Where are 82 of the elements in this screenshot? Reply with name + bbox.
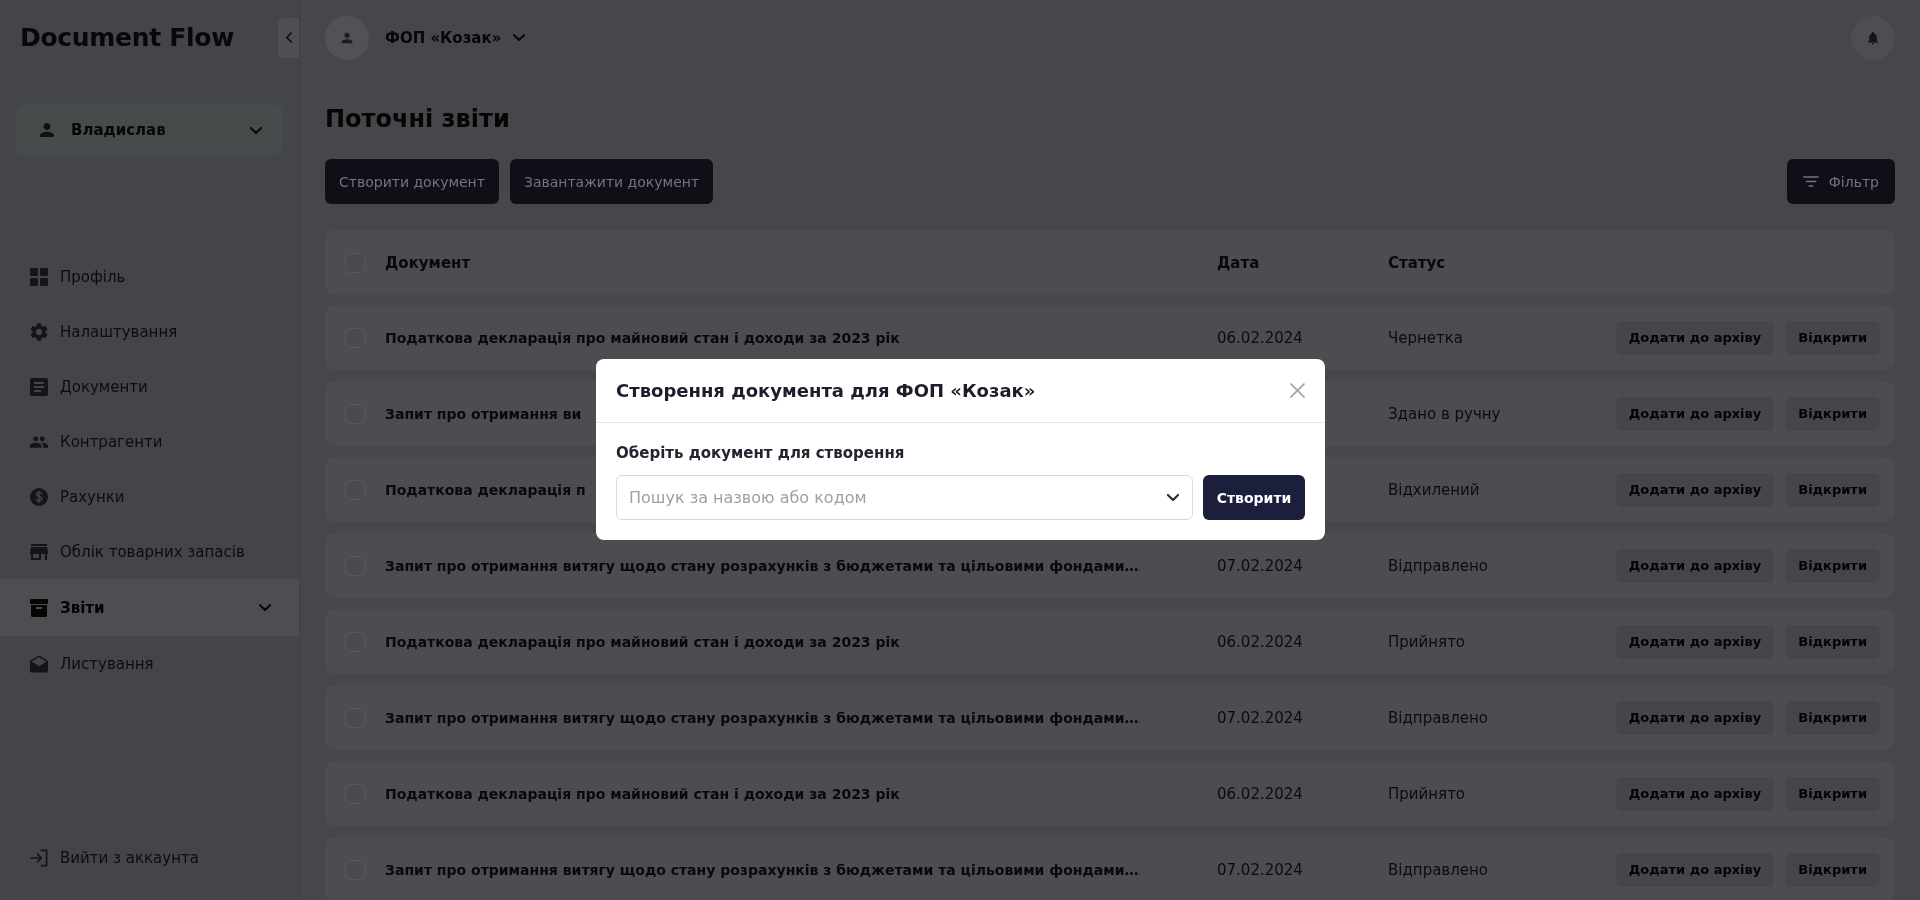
close-icon: [1290, 383, 1305, 398]
envelope-icon: [30, 654, 48, 673]
open-button[interactable]: Відкрити: [1785, 624, 1880, 659]
upload-document-button[interactable]: Завантажити документ: [509, 159, 714, 204]
avatar-icon[interactable]: [325, 15, 369, 60]
date-cell: 07.02.2024: [1217, 557, 1303, 575]
filter-button[interactable]: Фільтр: [1786, 159, 1895, 204]
coin-icon: [30, 487, 48, 506]
app-logo: Document Flow: [20, 23, 235, 52]
archive-button[interactable]: Додати до архіву: [1615, 624, 1775, 659]
status-cell: Прийнято: [1388, 785, 1466, 803]
status-cell: Відправлено: [1388, 861, 1488, 879]
status-cell: Відправлено: [1388, 557, 1488, 575]
document-title: Запит про отримання ви: [385, 406, 582, 422]
document-title: Запит про отримання витягу щодо стану розрахунків з бюджетами та цільовими фондами…: [385, 558, 1139, 574]
status-cell: Здано в ручну: [1388, 405, 1501, 423]
archive-button[interactable]: Додати до архіву: [1615, 776, 1775, 811]
person-icon: [40, 123, 54, 137]
date-cell: 07.02.2024: [1217, 709, 1303, 727]
create-button[interactable]: Створити: [1203, 475, 1305, 520]
sidebar-item[interactable]: Звіти: [0, 579, 299, 636]
open-button[interactable]: Відкрити: [1785, 320, 1880, 355]
status-cell: Чернетка: [1388, 329, 1464, 347]
sidebar-item[interactable]: Документи: [0, 359, 299, 414]
chevron-down-icon: [259, 604, 271, 611]
gear-icon: [30, 322, 48, 341]
document-title: Запит про отримання витягу щодо стану розрахунків з бюджетами та цільовими фондами…: [385, 710, 1139, 726]
sidebar-item[interactable]: Профіль: [0, 249, 299, 304]
archive-button[interactable]: Додати до архіву: [1615, 472, 1775, 507]
create-document-button[interactable]: Створити документ: [325, 159, 499, 204]
document-title: Податкова декларація про майновий стан і доходи за 2023 рік: [385, 634, 900, 650]
open-button[interactable]: Відкрити: [1785, 396, 1880, 431]
document-title: Запит про отримання витягу щодо стану розрахунків з бюджетами та цільовими фондами…: [385, 862, 1139, 878]
open-button[interactable]: Відкрити: [1785, 472, 1880, 507]
store-icon: [30, 542, 48, 561]
chevron-down-icon: [513, 34, 526, 41]
company-switcher[interactable]: ФОП «Козак»: [385, 28, 526, 47]
close-button[interactable]: [1290, 383, 1305, 398]
column-header: Статус: [1388, 253, 1446, 272]
filter-icon: [1802, 176, 1819, 187]
sidebar-item[interactable]: Листування: [0, 636, 299, 691]
document-title: Податкова декларація про майновий стан і доходи за 2023 рік: [385, 330, 900, 346]
open-button[interactable]: Відкрити: [1785, 700, 1880, 735]
chevron-down-icon: [1167, 494, 1179, 501]
date-cell: 06.02.2024: [1217, 633, 1303, 651]
document-title: Податкова декларація про майновий стан і доходи за 2023 рік: [385, 786, 900, 802]
sidebar-item[interactable]: Налаштування: [0, 304, 299, 359]
grid-icon: [30, 267, 48, 286]
logout-button[interactable]: Вийти з аккаунта: [0, 830, 299, 885]
page-title: Поточні звіти: [325, 104, 511, 135]
chevron-left-icon: [285, 32, 292, 43]
archive-button[interactable]: Додати до архіву: [1615, 548, 1775, 583]
archive-button[interactable]: Додати до архіву: [1615, 396, 1775, 431]
document-select[interactable]: Пошук за назвою або кодом: [616, 475, 1193, 520]
date-cell: 06.02.2024: [1217, 329, 1303, 347]
document-icon: [30, 377, 48, 396]
status-cell: Відхилений: [1388, 481, 1480, 499]
document-title: Податкова декларація п: [385, 482, 586, 498]
modal-title: Створення документа для ФОП «Козак»: [616, 380, 1036, 401]
status-cell: Прийнято: [1388, 633, 1466, 651]
user-menu[interactable]: Владислав: [16, 105, 283, 155]
open-button[interactable]: Відкрити: [1785, 852, 1880, 887]
sidebar-item[interactable]: Облік товарних запасів: [0, 524, 299, 579]
archive-button[interactable]: Додати до архіву: [1615, 700, 1775, 735]
archive-button[interactable]: Додати до архіву: [1615, 320, 1775, 355]
people-icon: [30, 435, 48, 448]
logout-icon: [30, 848, 48, 867]
chevron-down-icon: [250, 126, 262, 134]
sidebar-item[interactable]: Рахунки: [0, 469, 299, 524]
archive-box-icon: [30, 598, 48, 617]
open-button[interactable]: Відкрити: [1785, 776, 1880, 811]
column-header: Дата: [1217, 253, 1260, 272]
field-label: Оберіть документ для створення: [616, 444, 906, 462]
status-cell: Відправлено: [1388, 709, 1488, 727]
archive-button[interactable]: Додати до архіву: [1615, 852, 1775, 887]
sidebar-item[interactable]: Контрагенти: [0, 414, 299, 469]
column-header: Документ: [385, 253, 471, 272]
date-cell: 06.02.2024: [1217, 785, 1303, 803]
collapse-sidebar-button[interactable]: [278, 17, 299, 58]
bell-icon[interactable]: [1851, 15, 1895, 60]
open-button[interactable]: Відкрити: [1785, 548, 1880, 583]
date-cell: 07.02.2024: [1217, 861, 1303, 879]
